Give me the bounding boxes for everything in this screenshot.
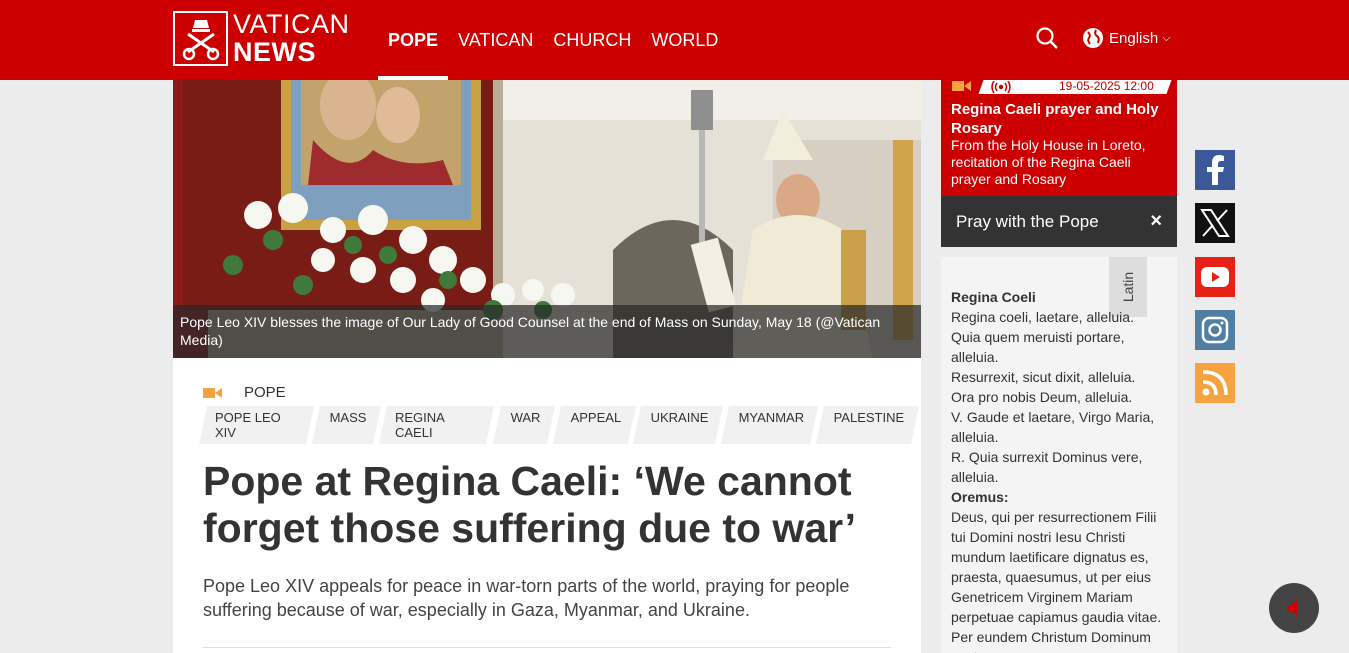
tag-mass[interactable]: MASS bbox=[312, 406, 382, 444]
papal-keys-icon bbox=[173, 11, 228, 66]
close-icon[interactable]: × bbox=[1150, 210, 1162, 233]
main-nav: POPE VATICAN CHURCH WORLD bbox=[378, 0, 728, 80]
oremus-text: Deus, qui per resurrectionem Filii tui D… bbox=[951, 509, 1162, 653]
nav-pope[interactable]: POPE bbox=[378, 0, 449, 80]
video-camera-icon bbox=[203, 387, 222, 398]
site-header: VATICAN NEWS POPE VATICAN CHURCH WORLD E… bbox=[0, 0, 1349, 80]
prayer-line: Ora pro nobis Deum, alleluia. bbox=[951, 389, 1133, 405]
tag-appeal[interactable]: APPEAL bbox=[552, 406, 636, 444]
prayer-line: R. Quia surrexit Dominus vere, alleluia. bbox=[951, 449, 1143, 485]
speaker-icon bbox=[1287, 600, 1297, 616]
nav-vatican[interactable]: VATICAN bbox=[448, 0, 543, 80]
globe-icon bbox=[1083, 28, 1103, 48]
hero-image: Pope Leo XIV blesses the image of Our La… bbox=[173, 80, 921, 358]
article-lead: Pope Leo XIV appeals for peace in war-to… bbox=[203, 576, 850, 620]
rss-icon[interactable] bbox=[1195, 363, 1235, 403]
prayer-panel: Latin Regina Coeli Regina coeli, laetare… bbox=[941, 257, 1177, 653]
article-card: POPE POPE LEO XIV MASS REGINA CAELI WAR … bbox=[173, 358, 921, 653]
tag-palestine[interactable]: PALESTINE bbox=[816, 406, 920, 444]
oremus-heading: Oremus: bbox=[951, 489, 1009, 505]
tag-ukraine[interactable]: UKRAINE bbox=[633, 406, 723, 444]
nav-world[interactable]: WORLD bbox=[641, 0, 728, 80]
prayer-line: V. Gaude et laetare, Virgo Maria, allelu… bbox=[951, 409, 1155, 445]
section-row: POPE bbox=[203, 384, 286, 401]
hero-caption: Pope Leo XIV blesses the image of Our La… bbox=[173, 305, 921, 358]
broadcast-icon bbox=[991, 81, 1011, 93]
nav-church[interactable]: CHURCH bbox=[543, 0, 641, 80]
chevron-down-icon: ⌵ bbox=[1162, 31, 1171, 44]
language-label: English bbox=[1109, 29, 1159, 47]
pray-with-pope-bar[interactable]: Pray with the Pope × bbox=[941, 196, 1177, 247]
tag-pope-leo-xiv[interactable]: POPE LEO XIV bbox=[198, 406, 315, 444]
tag-myanmar[interactable]: MYANMAR bbox=[720, 406, 819, 444]
x-icon[interactable] bbox=[1195, 203, 1235, 243]
tag-regina-caeli[interactable]: REGINA CAELI bbox=[379, 406, 495, 444]
logo-line-news: NEWS bbox=[233, 37, 316, 67]
live-description: From the Holy House in Loreto, recitatio… bbox=[951, 137, 1146, 187]
audio-mute-button[interactable] bbox=[1269, 583, 1319, 633]
video-camera-icon bbox=[952, 81, 971, 91]
prayer-line: Regina coeli, laetare, alleluia. bbox=[951, 309, 1134, 325]
prayer-heading: Regina Coeli bbox=[951, 289, 1036, 305]
article-title: Pope at Regina Caeli: ‘We cannot forget … bbox=[203, 458, 856, 551]
prayer-line: Quia quem meruisti portare, alleluia. bbox=[951, 329, 1125, 365]
search-icon[interactable] bbox=[1035, 26, 1059, 55]
vatican-news-logo[interactable]: VATICAN NEWS bbox=[173, 11, 350, 66]
facebook-icon[interactable] bbox=[1195, 150, 1235, 190]
youtube-icon[interactable] bbox=[1195, 257, 1235, 297]
pray-label: Pray with the Pope bbox=[956, 211, 1099, 231]
section-label[interactable]: POPE bbox=[244, 384, 286, 401]
live-event-card[interactable]: 19-05-2025 12:00 Regina Caeli prayer and… bbox=[941, 79, 1177, 196]
prayer-line: Resurrexit, sicut dixit, alleluia. bbox=[951, 369, 1136, 385]
prayer-text: Regina Coeli Regina coeli, laetare, alle… bbox=[951, 287, 1173, 653]
logo-line-vatican: VATICAN bbox=[233, 9, 350, 39]
tag-list: POPE LEO XIV MASS REGINA CAELI WAR APPEA… bbox=[198, 406, 921, 444]
tag-war[interactable]: WAR bbox=[492, 406, 555, 444]
live-datetime: 19-05-2025 12:00 bbox=[1059, 79, 1154, 93]
language-selector[interactable]: English ⌵ bbox=[1082, 27, 1171, 49]
live-title[interactable]: Regina Caeli prayer and Holy Rosary bbox=[951, 100, 1171, 138]
instagram-icon[interactable] bbox=[1195, 310, 1235, 350]
divider bbox=[203, 647, 891, 648]
